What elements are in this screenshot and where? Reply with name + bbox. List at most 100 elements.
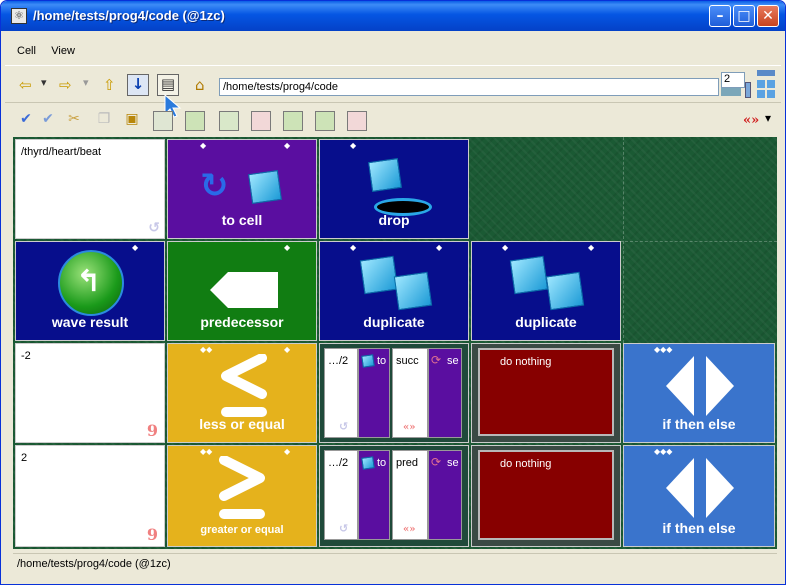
value-cell[interactable]: 2 9 xyxy=(15,445,165,547)
nested-cells[interactable]: …/2 ↺ to succ «» ⟳ se xyxy=(319,343,469,443)
app-window: ⚛ /home/tests/prog4/code (@1zc) – □ ✕ Ce… xyxy=(0,0,786,585)
sheep-icon: ↺ xyxy=(148,220,160,236)
to-cell-block[interactable]: ◆ ◆ ↻ to cell xyxy=(167,139,317,239)
navigation-toolbar: ⇦ ▾ ⇨ ▾ ⇧ ↓ ▤ ⌂ 2 xyxy=(5,65,781,118)
copy-icon[interactable]: ❐ xyxy=(93,111,115,131)
mini-se-text: se xyxy=(447,457,459,469)
connector-icon: ◆ xyxy=(436,243,443,252)
up-icon[interactable]: ⇧ xyxy=(103,76,116,94)
close-button[interactable]: ✕ xyxy=(757,5,779,27)
append-column-icon[interactable] xyxy=(315,111,335,131)
checkmark-icon[interactable]: ✔ xyxy=(15,111,37,131)
mini-to-cell[interactable]: to xyxy=(358,450,390,540)
drop-block[interactable]: ◆ drop xyxy=(319,139,469,239)
slider-icon[interactable] xyxy=(745,82,751,98)
cube-icon xyxy=(361,354,375,368)
greater-or-equal-block[interactable]: ◆◆ ◆ greater or equal xyxy=(167,445,317,547)
mini-se-cell[interactable]: ⟳ se xyxy=(428,450,462,540)
properties-button-icon[interactable]: ▤ xyxy=(157,74,179,96)
cut-icon[interactable]: ✂ xyxy=(63,111,85,131)
block-label: wave result xyxy=(51,314,129,330)
predecessor-arrow-icon xyxy=(210,272,278,308)
maximize-button[interactable]: □ xyxy=(733,5,755,27)
menu-cell[interactable]: Cell xyxy=(17,45,36,57)
connector-icon: ◆ xyxy=(132,243,139,252)
forward-icon[interactable]: ⇨ xyxy=(59,76,72,94)
connector-icon: ◆ xyxy=(502,243,509,252)
greater-or-equal-icon xyxy=(219,456,265,519)
delete-column-icon[interactable] xyxy=(251,111,271,131)
menu-view[interactable]: View xyxy=(51,45,75,57)
zoom-stepper[interactable]: 2 xyxy=(721,72,745,88)
layout-grid-icon[interactable] xyxy=(757,70,775,98)
connector-icon: ◆ xyxy=(350,243,357,252)
do-nothing-block[interactable]: do nothing xyxy=(471,445,621,547)
mini-path-text: …/2 xyxy=(328,355,349,367)
check-all-icon[interactable]: ✔ xyxy=(37,111,59,131)
note-text: /thyrd/heart/beat xyxy=(21,146,102,158)
cube-icon xyxy=(361,456,375,470)
predecessor-block[interactable]: ◆ predecessor xyxy=(167,241,317,341)
append-row-icon[interactable] xyxy=(283,111,303,131)
mini-path-cell[interactable]: …/2 ↺ xyxy=(324,450,358,540)
forward-history-dropdown-icon[interactable]: ▾ xyxy=(83,76,89,89)
app-icon: ⚛ xyxy=(11,8,27,24)
value-text: -2 xyxy=(21,350,31,362)
home-icon[interactable]: ⌂ xyxy=(195,76,205,94)
back-history-dropdown-icon[interactable]: ▾ xyxy=(41,76,47,89)
insert-column-icon[interactable] xyxy=(219,111,239,131)
connector-icon: ◆◆ xyxy=(200,345,213,354)
window-title: /home/tests/prog4/code (@1zc) xyxy=(33,8,225,23)
edit-toolbar: ✔ ✔ ✂ ❐ ▣ «» ▾ xyxy=(5,105,781,137)
value-text: 2 xyxy=(21,452,28,464)
nested-cells[interactable]: …/2 ↺ to pred «» ⟳ se xyxy=(319,445,469,547)
paste-icon[interactable]: ▣ xyxy=(121,111,143,131)
quote-icon: «» xyxy=(403,422,416,433)
title-bar[interactable]: ⚛ /home/tests/prog4/code (@1zc) – □ ✕ xyxy=(1,1,785,31)
connector-icon: ◆ xyxy=(284,345,291,354)
delete-row-icon[interactable] xyxy=(347,111,367,131)
cube-icon xyxy=(248,170,282,204)
connector-icon: ◆ xyxy=(350,141,357,150)
number-icon: 9 xyxy=(146,421,158,440)
down-button-icon[interactable]: ↓ xyxy=(127,74,149,96)
sheep-icon: ↺ xyxy=(339,522,349,535)
mini-se-text: se xyxy=(447,355,459,367)
block-label: do nothing xyxy=(500,458,552,470)
mini-path-text: …/2 xyxy=(328,457,349,469)
cube-icon xyxy=(359,255,399,295)
arrow-icon: ↻ xyxy=(200,166,229,206)
path-input[interactable] xyxy=(219,78,719,96)
back-icon[interactable]: ⇦ xyxy=(19,76,32,94)
branch-arrows-icon xyxy=(666,458,734,518)
note-cell[interactable]: /thyrd/heart/beat ↺ xyxy=(15,139,165,239)
mini-to-cell[interactable]: to xyxy=(358,348,390,438)
insert-row-icon[interactable] xyxy=(185,111,205,131)
mini-path-cell[interactable]: …/2 ↺ xyxy=(324,348,358,438)
block-label: less or equal xyxy=(199,416,285,432)
value-cell[interactable]: -2 9 xyxy=(15,343,165,443)
mini-word-cell[interactable]: succ «» xyxy=(392,348,428,438)
mini-word-cell[interactable]: pred «» xyxy=(392,450,428,540)
duplicate-block[interactable]: ◆ ◆ duplicate xyxy=(319,241,469,341)
connector-icon: ◆◆◆ xyxy=(654,345,673,354)
wave-result-block[interactable]: ◆ ↰ wave result xyxy=(15,241,165,341)
if-then-else-block[interactable]: ◆◆◆ if then else xyxy=(623,343,775,443)
connector-icon: ◆ xyxy=(284,141,291,150)
less-or-equal-block[interactable]: ◆◆ ◆ less or equal xyxy=(167,343,317,443)
connector-icon: ◆ xyxy=(284,243,291,252)
mini-se-cell[interactable]: ⟳ se xyxy=(428,348,462,438)
connector-icon: ◆ xyxy=(284,447,291,456)
duplicate-block[interactable]: ◆ ◆ duplicate xyxy=(471,241,621,341)
status-bar: /home/tests/prog4/code (@1zc) xyxy=(13,553,777,575)
insert-cell-icon[interactable] xyxy=(153,111,173,131)
connector-icon: ◆◆◆ xyxy=(654,447,673,456)
if-then-else-block[interactable]: ◆◆◆ if then else xyxy=(623,445,775,547)
do-nothing-block[interactable]: do nothing xyxy=(471,343,621,443)
cell-grid: /thyrd/heart/beat ↺ ◆ ◆ ↻ to cell ◆ drop… xyxy=(13,137,777,549)
quote-dropdown-icon[interactable]: ▾ xyxy=(765,111,771,125)
minimize-button[interactable]: – xyxy=(709,5,731,27)
swap-icon: ⟳ xyxy=(431,455,442,469)
block-label: duplicate xyxy=(515,314,577,330)
quote-icon[interactable]: «» xyxy=(743,113,759,128)
